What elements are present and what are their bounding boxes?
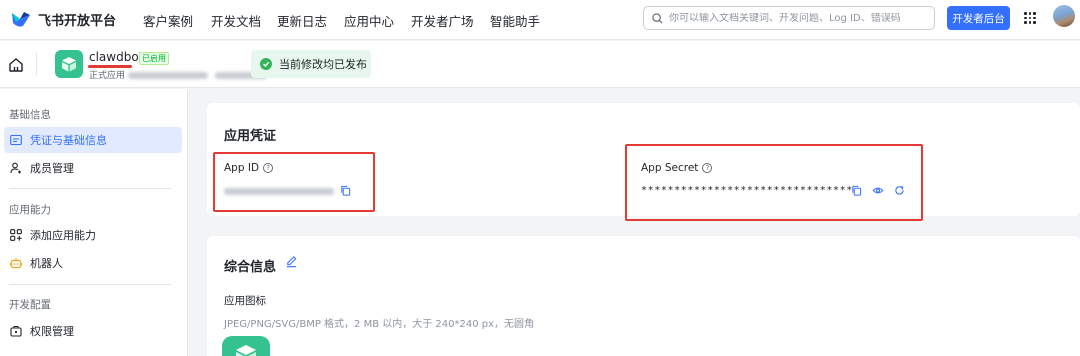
sidebar-item-label: 添加应用能力 [30, 229, 96, 242]
sidebar-item-credentials[interactable]: 凭证与基础信息 [4, 127, 182, 153]
app-grid-icon[interactable] [1024, 12, 1036, 24]
app-name: clawdbot [89, 50, 144, 64]
search-input[interactable] [669, 12, 924, 24]
user-add-icon [10, 162, 21, 174]
sidebar-item-label: 成员管理 [30, 162, 74, 175]
nav-item-dev-square[interactable]: 开发者广场 [411, 11, 474, 30]
sidebar-item-label: 凭证与基础信息 [30, 134, 107, 147]
app-subtitle: 正式应用 [89, 68, 267, 81]
app-icon-label: 应用图标 [224, 295, 266, 307]
sidebar: 基础信息 凭证与基础信息 成员管理 应用能力 添加应用能力 机器人 开发配置 权… [0, 89, 188, 356]
publish-status-text: 当前修改均已发布 [279, 58, 367, 71]
sidebar-item-label: 机器人 [30, 257, 63, 270]
cube-icon [62, 57, 76, 72]
app-header: clawdbot 已启用 正式应用 当前修改均已发布 [0, 41, 1080, 88]
nav-item-docs[interactable]: 开发文档 [211, 11, 261, 30]
home-icon[interactable] [7, 56, 25, 74]
platform-logo[interactable]: 飞书开放平台 [10, 9, 116, 29]
sidebar-item-add-capability[interactable]: 添加应用能力 [4, 222, 182, 248]
sidebar-item-permissions[interactable]: 权限管理 [4, 318, 182, 344]
sidebar-item-bot[interactable]: 机器人 [4, 250, 182, 276]
nav-item-assistant[interactable]: 智能助手 [490, 11, 540, 30]
sidebar-item-members[interactable]: 成员管理 [4, 155, 182, 181]
sidebar-group-basic: 基础信息 [9, 109, 51, 121]
platform-name: 飞书开放平台 [38, 13, 117, 29]
check-circle-icon [260, 58, 272, 70]
nav-item-cases[interactable]: 客户案例 [143, 11, 193, 30]
publish-status: 当前修改均已发布 [251, 50, 371, 78]
nav-item-app-center[interactable]: 应用中心 [344, 11, 394, 30]
status-badge: 已启用 [139, 52, 169, 65]
robot-icon [10, 258, 22, 269]
divider [9, 284, 171, 285]
nav-item-changelog[interactable]: 更新日志 [277, 11, 327, 30]
edit-icon[interactable] [285, 255, 298, 268]
search-icon [652, 12, 663, 24]
divider [9, 188, 171, 189]
app-icon-preview[interactable] [222, 336, 270, 356]
app-icon-hint: JPEG/PNG/SVG/BMP 格式，2 MB 以内，大于 240*240 p… [224, 319, 535, 330]
annotation-box-app-secret [625, 144, 923, 221]
general-info-title: 综合信息 [224, 260, 277, 275]
divider [36, 53, 37, 75]
top-navbar: 飞书开放平台 客户案例 开发文档 更新日志 应用中心 开发者广场 智能助手 开发… [0, 0, 1080, 40]
sidebar-group-capabilities: 应用能力 [9, 204, 51, 216]
search-box[interactable] [643, 6, 935, 30]
feishu-logo-icon [12, 12, 30, 27]
add-grid-icon [10, 229, 22, 241]
general-info-card [207, 236, 1080, 356]
annotation-box-app-id [213, 152, 375, 212]
cube-icon [236, 345, 256, 356]
developer-console-button[interactable]: 开发者后台 [947, 6, 1010, 30]
credentials-title: 应用凭证 [224, 129, 277, 144]
redacted-text [127, 72, 208, 79]
app-type-label: 正式应用 [89, 71, 126, 81]
permission-icon [10, 325, 22, 337]
id-card-icon [10, 134, 22, 146]
app-icon [55, 50, 83, 78]
sidebar-item-label: 权限管理 [30, 325, 74, 338]
sidebar-group-dev-config: 开发配置 [9, 299, 51, 311]
user-avatar[interactable] [1053, 5, 1075, 27]
